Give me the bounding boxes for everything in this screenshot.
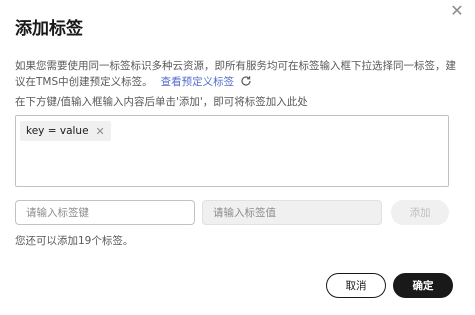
dialog-title: 添加标签 xyxy=(15,19,83,39)
cancel-button[interactable]: 取消 xyxy=(326,273,386,298)
tag-chip: key = value ✕ xyxy=(20,121,111,141)
tag-list-box: key = value ✕ xyxy=(15,115,449,187)
description-text: 如果您需要使用同一标签标识多种云资源，即所有服务均可在标签输入框下拉选择同一标签… xyxy=(15,60,456,88)
remove-tag-icon[interactable]: ✕ xyxy=(96,125,105,138)
add-tag-dialog: ✕ 添加标签 如果您需要使用同一标签标识多种云资源，即所有服务均可在标签输入框下… xyxy=(0,0,475,315)
tag-chip-label: key = value xyxy=(26,125,89,137)
tag-key-input[interactable] xyxy=(15,200,195,225)
add-tag-button[interactable]: 添加 xyxy=(391,200,449,225)
view-predefined-tags-link[interactable]: 查看预定义标签 xyxy=(161,76,235,88)
refresh-icon[interactable] xyxy=(240,75,252,92)
hint-text: 在下方键/值输入框输入内容后单击'添加'，即可将标签加入此处 xyxy=(15,96,308,108)
close-icon[interactable]: ✕ xyxy=(448,2,466,20)
remaining-tags-text: 您还可以添加19个标签。 xyxy=(15,235,134,247)
confirm-button[interactable]: 确定 xyxy=(393,273,453,298)
description: 如果您需要使用同一标签标识多种云资源，即所有服务均可在标签输入框下拉选择同一标签… xyxy=(15,58,460,92)
tag-value-input[interactable] xyxy=(202,200,382,225)
